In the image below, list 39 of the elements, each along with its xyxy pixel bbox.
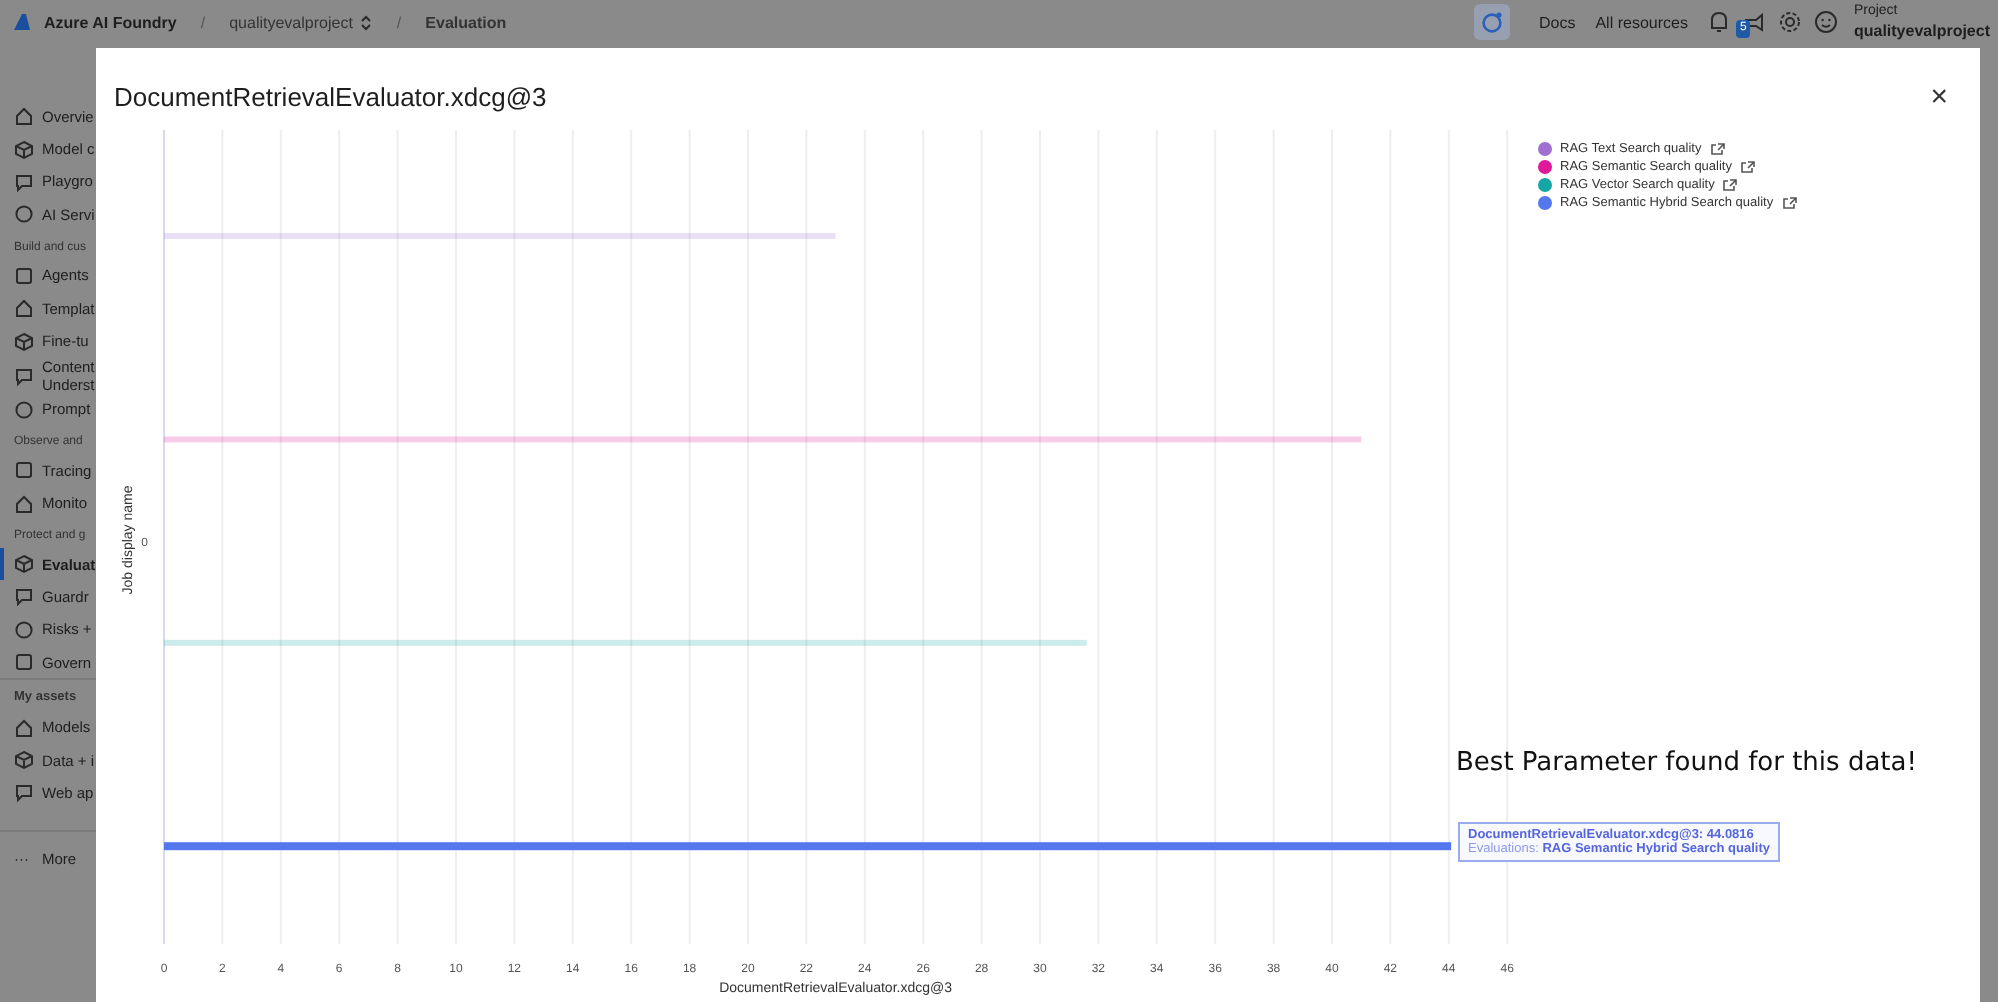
dialog-title: DocumentRetrievalEvaluator.xdcg@3 [114,81,547,111]
circle-icon [14,204,34,225]
external-link-icon[interactable] [1781,196,1798,210]
annotation-text: Best Parameter found for this data! [1456,748,1917,778]
nav-link[interactable]: Docs [1538,13,1576,31]
square-icon [14,652,34,673]
settings-icon[interactable] [1777,10,1802,34]
breadcrumb-current: Evaluation [425,13,507,31]
square-icon [14,265,34,286]
chevron-updown-icon [360,13,373,31]
square-icon [14,460,34,481]
close-button[interactable]: × [1926,81,1952,111]
project-switcher[interactable]: qualityevalproject [229,13,373,31]
brand-name[interactable]: Azure AI Foundry [44,13,177,31]
cube-icon [14,750,34,771]
chat-icon [14,365,34,386]
external-link-icon[interactable] [1739,160,1756,174]
bell-icon[interactable] [1707,10,1730,34]
house-icon [14,717,34,738]
chat-icon [14,782,34,803]
external-link-icon[interactable] [1709,142,1726,156]
cube-icon [14,139,34,160]
megaphone-icon[interactable] [1741,11,1766,33]
smiley-icon[interactable] [1813,10,1838,34]
circle-icon [14,619,34,640]
nav-link[interactable]: All resources [1595,13,1688,31]
house-icon [14,493,34,514]
chat-icon [14,586,34,607]
breadcrumb-separator: / [396,13,402,31]
external-link-icon[interactable] [1722,178,1739,192]
project-name[interactable]: qualityevalproject [1853,22,1990,42]
circle-icon [14,399,34,420]
cube-icon [14,554,34,575]
chat-icon [14,171,34,192]
logo-icon [12,12,32,32]
cube-icon [14,331,34,352]
house-icon [14,106,34,127]
breadcrumb-separator: / [200,13,206,31]
house-icon [14,298,34,319]
